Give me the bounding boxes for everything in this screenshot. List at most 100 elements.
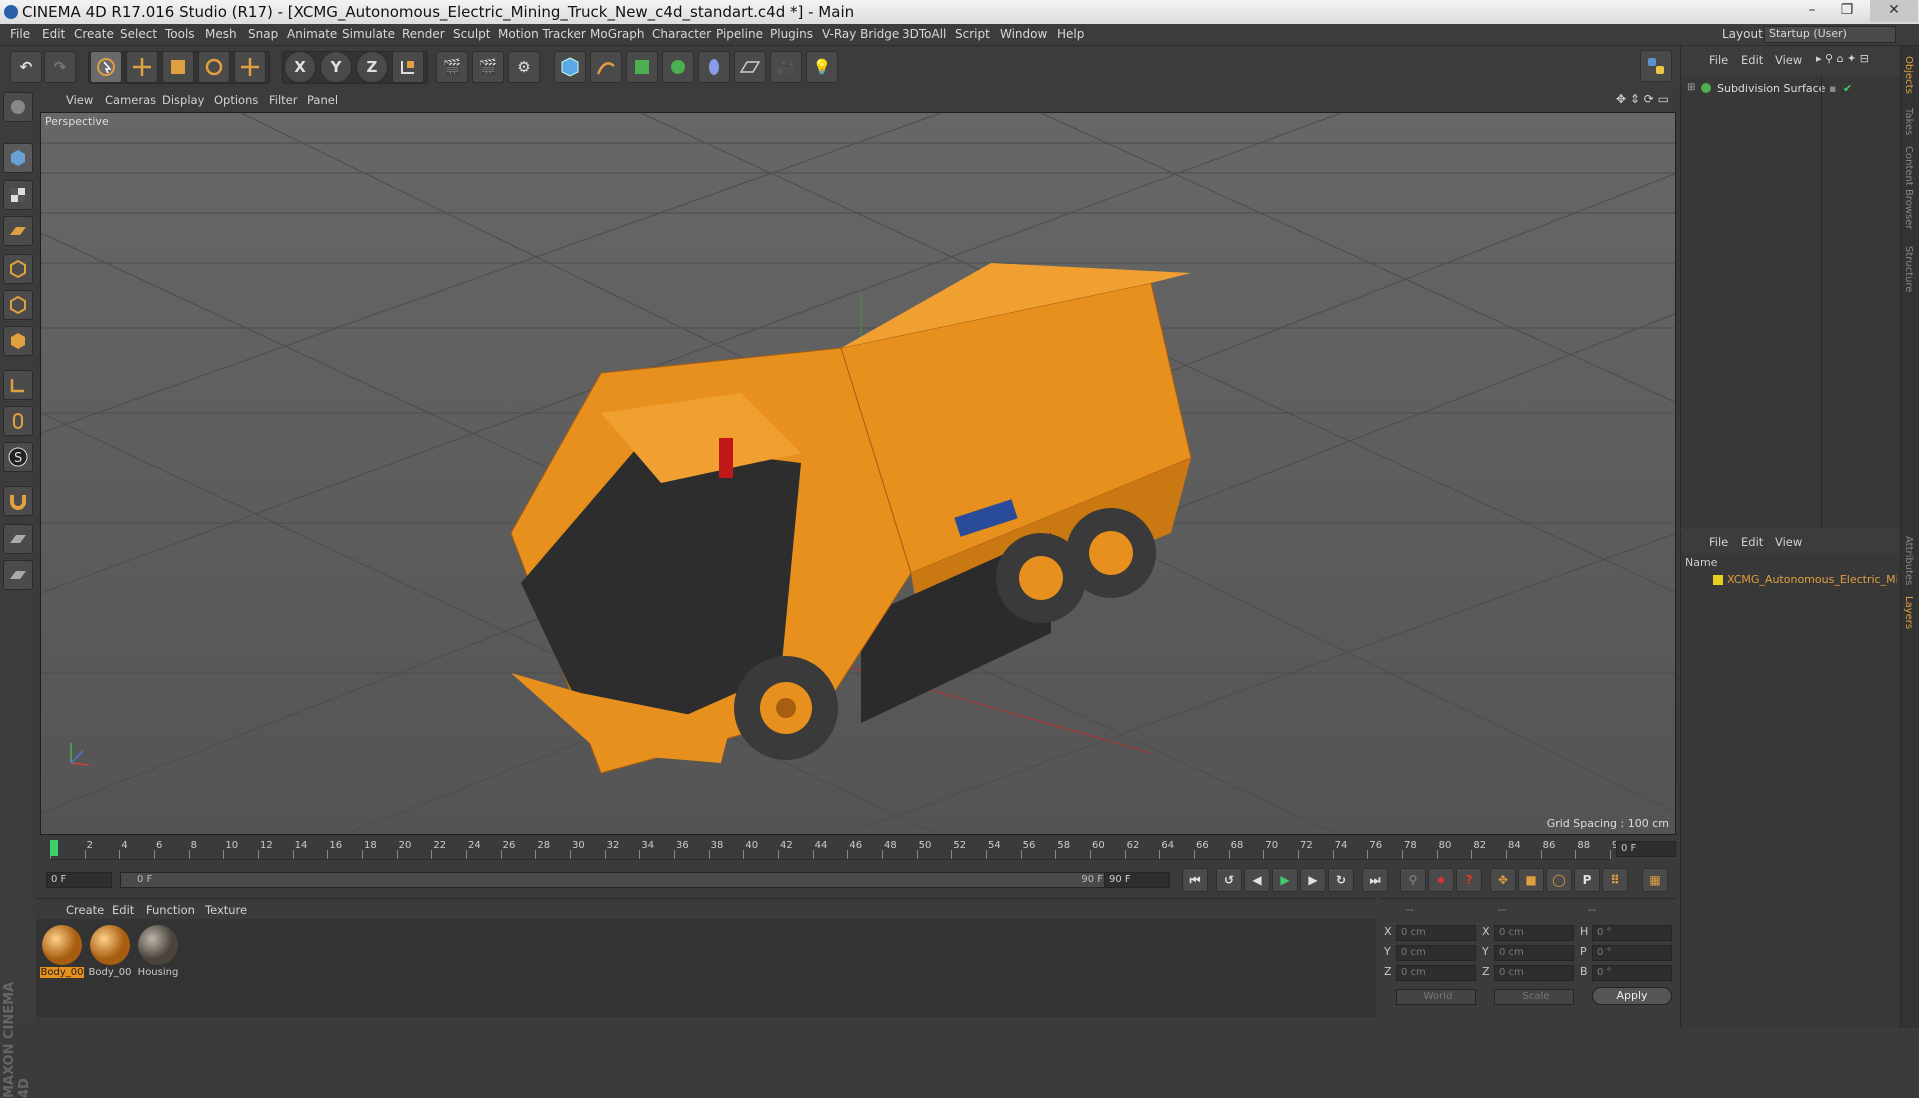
maximize-button[interactable]: ❐ — [1830, 0, 1864, 22]
deformer-icon[interactable] — [698, 51, 730, 83]
edges-mode-icon[interactable] — [3, 290, 33, 320]
menu-select[interactable]: Select — [120, 27, 157, 41]
record-keys-icon[interactable]: ⏺ — [1428, 868, 1454, 892]
vp-menu-display[interactable]: Display — [162, 93, 204, 107]
tab-attributes[interactable]: Attributes — [1903, 536, 1914, 585]
menu-file[interactable]: File — [10, 27, 30, 41]
timeline-ruler[interactable]: 0246810121416182022242628303234363840424… — [40, 838, 1676, 860]
rotate-tool-icon[interactable] — [198, 51, 230, 83]
timeline-window-icon[interactable]: ▦ — [1642, 868, 1668, 892]
material-swatch[interactable]: Body_00 — [40, 923, 84, 981]
live-selection-icon[interactable] — [90, 51, 122, 83]
layout-dropdown[interactable]: Startup (User) — [1764, 26, 1896, 43]
key-pla-icon[interactable]: ⠿ — [1602, 868, 1628, 892]
close-button[interactable]: ✕ — [1870, 0, 1918, 22]
camera-icon[interactable]: 🎥 — [770, 51, 802, 83]
menu-character[interactable]: Character — [652, 27, 711, 41]
redo-icon[interactable]: ↷ — [44, 51, 76, 83]
rotation-h-field[interactable]: 0 ° — [1592, 925, 1672, 941]
render-picture-viewer-icon[interactable]: 🎬 — [472, 51, 504, 83]
menu-animate[interactable]: Animate — [287, 27, 337, 41]
move-tool-icon[interactable] — [126, 51, 158, 83]
render-settings-icon[interactable]: ⚙ — [508, 51, 540, 83]
vp-menu-filter[interactable]: Filter — [269, 93, 297, 107]
key-rotation-icon[interactable]: ◯ — [1546, 868, 1572, 892]
coordinate-space-dropdown[interactable]: World — [1396, 989, 1476, 1005]
frame-range-slider[interactable]: 0 F 90 F — [120, 872, 1120, 888]
apply-button[interactable]: Apply — [1592, 987, 1672, 1005]
polygons-mode-icon[interactable] — [3, 326, 33, 356]
menu-snap[interactable]: Snap — [248, 27, 278, 41]
mat-menu-edit[interactable]: Edit — [112, 903, 134, 917]
perspective-viewport[interactable]: Perspective Grid Spacing : 100 cm — [40, 112, 1676, 835]
obj-menu-file[interactable]: File — [1709, 53, 1728, 67]
light-icon[interactable]: 💡 — [806, 51, 838, 83]
axis-y-lock[interactable]: Y — [320, 51, 352, 83]
menu-create[interactable]: Create — [74, 27, 114, 41]
tweak-mode-icon[interactable] — [3, 406, 33, 436]
end-frame-field[interactable]: 90 F — [1104, 872, 1170, 888]
vp-menu-view[interactable]: View — [66, 93, 93, 107]
solo-mode-icon[interactable]: S — [3, 442, 33, 472]
render-view-icon[interactable]: 🎬 — [436, 51, 468, 83]
tab-structure[interactable]: Structure — [1903, 246, 1914, 293]
playhead-marker[interactable] — [50, 840, 58, 856]
points-mode-icon[interactable] — [3, 254, 33, 284]
start-frame-field[interactable]: 0 F — [46, 872, 112, 888]
position-x-field[interactable]: 0 cm — [1396, 925, 1476, 941]
next-frame-icon[interactable]: ▶ — [1300, 868, 1326, 892]
object-row[interactable]: ⊞ Subdivision Surface ▪ ✔ — [1681, 80, 1901, 97]
menu-tools[interactable]: Tools — [165, 27, 195, 41]
workplane-mode-icon[interactable] — [3, 216, 33, 246]
axis-x-lock[interactable]: X — [284, 51, 316, 83]
size-y-field[interactable]: 0 cm — [1494, 945, 1574, 961]
size-mode-dropdown[interactable]: Scale — [1494, 989, 1574, 1005]
tab-content-browser[interactable]: Content Browser — [1903, 146, 1914, 229]
layer-menu-view[interactable]: View — [1775, 535, 1802, 549]
layer-color-swatch[interactable] — [1713, 575, 1723, 585]
menu-vray-bridge[interactable]: V-Ray Bridge — [822, 27, 899, 41]
menu-pipeline[interactable]: Pipeline — [716, 27, 763, 41]
obj-menu-view[interactable]: View — [1775, 53, 1802, 67]
viewport-nav-icons[interactable]: ✥ ⇕ ⟳ ▭ — [1616, 92, 1669, 106]
mat-menu-function[interactable]: Function — [146, 903, 195, 917]
obj-manager-nav-icons[interactable]: ▸ ⚲ ⌂ ✦ ⊟ — [1816, 52, 1869, 65]
tab-objects[interactable]: Objects — [1903, 56, 1914, 94]
vp-menu-options[interactable]: Options — [214, 93, 258, 107]
vp-menu-cameras[interactable]: Cameras — [105, 93, 156, 107]
visibility-toggle[interactable]: ▪ — [1829, 82, 1836, 95]
position-y-field[interactable]: 0 cm — [1396, 945, 1476, 961]
go-to-end-icon[interactable]: ⏭ — [1362, 868, 1388, 892]
rotation-b-field[interactable]: 0 ° — [1592, 965, 1672, 981]
texture-mode-icon[interactable] — [3, 180, 33, 210]
floor-icon[interactable] — [734, 51, 766, 83]
size-x-field[interactable]: 0 cm — [1494, 925, 1574, 941]
previous-key-icon[interactable]: ↺ — [1216, 868, 1242, 892]
menu-help[interactable]: Help — [1057, 27, 1084, 41]
rotation-p-field[interactable]: 0 ° — [1592, 945, 1672, 961]
layer-menu-edit[interactable]: Edit — [1741, 535, 1763, 549]
menu-mesh[interactable]: Mesh — [205, 27, 237, 41]
vp-menu-panel[interactable]: Panel — [307, 93, 338, 107]
autokey-icon[interactable]: ? — [1456, 868, 1482, 892]
material-swatch[interactable]: Housing — [136, 923, 180, 981]
layer-menu-file[interactable]: File — [1709, 535, 1728, 549]
menu-edit[interactable]: Edit — [42, 27, 65, 41]
coordinate-system-icon[interactable] — [392, 51, 424, 83]
play-icon[interactable]: ▶ — [1272, 868, 1298, 892]
previous-frame-icon[interactable]: ◀ — [1244, 868, 1270, 892]
make-editable-icon[interactable] — [3, 92, 33, 122]
axis-z-lock[interactable]: Z — [356, 51, 388, 83]
key-position-icon[interactable]: ✥ — [1490, 868, 1516, 892]
undo-icon[interactable]: ↶ — [10, 51, 42, 83]
python-icon[interactable] — [1640, 50, 1672, 82]
pen-spline-icon[interactable] — [590, 51, 622, 83]
workplane-lock-icon[interactable] — [3, 524, 33, 554]
menu-plugins[interactable]: Plugins — [770, 27, 813, 41]
menu-script[interactable]: Script — [955, 27, 990, 41]
menu-simulate[interactable]: Simulate — [342, 27, 395, 41]
expand-icon[interactable]: ⊞ — [1687, 82, 1695, 93]
menu-3dtoall[interactable]: 3DToAll — [902, 27, 946, 41]
subdivision-surface-icon[interactable] — [626, 51, 658, 83]
mat-menu-create[interactable]: Create — [66, 903, 104, 917]
